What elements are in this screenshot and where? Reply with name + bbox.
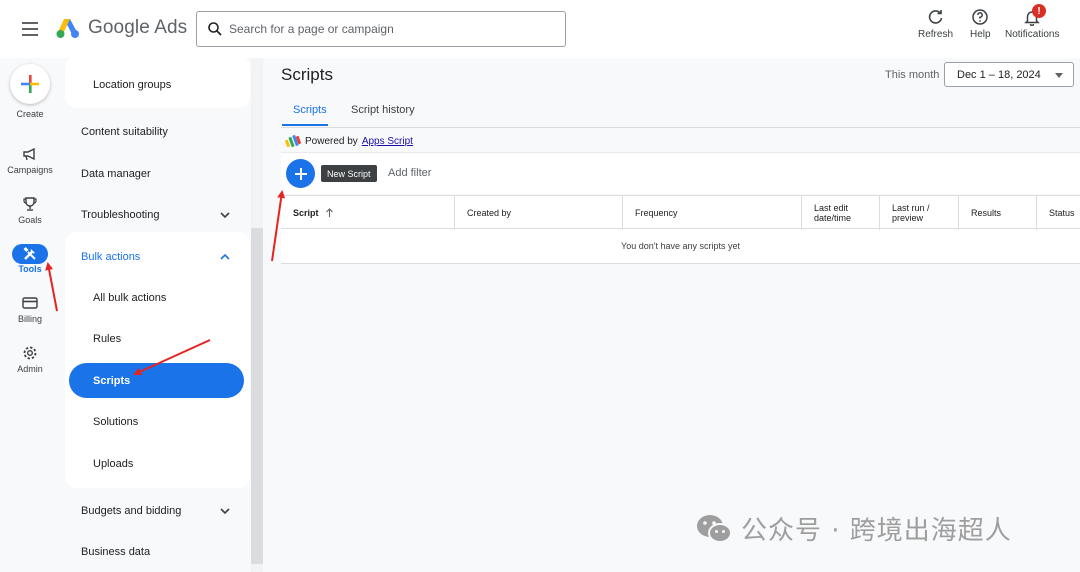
column-header-last-edit[interactable]: Last edit date/time — [801, 196, 879, 230]
nav-item-business-data[interactable]: Business data — [60, 531, 260, 572]
empty-state-message: You don't have any scripts yet — [621, 241, 740, 251]
column-header-last-run[interactable]: Last run / preview — [879, 196, 958, 230]
date-range-picker[interactable]: Dec 1 – 18, 2024 — [944, 62, 1074, 87]
search-icon — [208, 22, 222, 36]
nav-item-solutions[interactable]: Solutions — [60, 401, 260, 442]
column-header-script[interactable]: Script — [281, 196, 454, 230]
powered-by-apps-script: Powered by Apps Script — [285, 134, 413, 148]
powered-by-text: Powered by — [305, 135, 358, 147]
chevron-down-icon — [220, 507, 230, 514]
nav-item-all-bulk-actions[interactable]: All bulk actions — [60, 277, 260, 318]
nav-item-location-groups[interactable]: Location groups — [60, 64, 260, 105]
notifications-button[interactable]: Notifications ! — [1005, 4, 1060, 40]
refresh-label: Refresh — [918, 29, 954, 40]
add-filter-button[interactable]: Add filter — [388, 167, 431, 179]
notifications-label: Notifications — [1005, 29, 1060, 40]
wechat-logo-icon — [697, 514, 732, 543]
nav-item-rules[interactable]: Rules — [60, 318, 260, 359]
trophy-icon — [20, 195, 40, 213]
tab-scripts[interactable]: Scripts — [293, 104, 327, 116]
tab-script-history[interactable]: Script history — [351, 104, 415, 116]
nav-item-budgets-and-bidding[interactable]: Budgets and bidding — [60, 490, 260, 531]
table-toolbar: New Script Add filter — [281, 152, 1080, 194]
create-button[interactable] — [10, 64, 50, 104]
admin-label: Admin — [17, 364, 43, 374]
sort-arrow-up-icon — [325, 208, 333, 217]
chevron-down-icon — [220, 211, 230, 218]
gear-icon — [20, 344, 40, 362]
create-label: Create — [16, 109, 44, 119]
column-header-created-by[interactable]: Created by — [454, 196, 622, 230]
nav-item-scripts[interactable]: Scripts — [69, 363, 244, 398]
date-range-value: Dec 1 – 18, 2024 — [957, 68, 1041, 81]
refresh-button[interactable]: Refresh — [918, 8, 953, 40]
tools-nav-panel: Location groups Content suitability Data… — [60, 56, 260, 572]
notification-badge: ! — [1032, 4, 1046, 18]
date-range-label: This month — [885, 69, 940, 81]
top-app-bar: Google Ads Refresh Help Notifications ! — [0, 0, 1080, 58]
new-script-tooltip: New Script — [321, 165, 377, 182]
table-header: Script Created by Frequency Last edit da… — [281, 195, 1080, 230]
search-box[interactable] — [196, 11, 566, 47]
tools-label: Tools — [18, 264, 42, 274]
google-ads-logo[interactable]: Google Ads — [56, 17, 187, 39]
dropdown-arrow-icon — [1055, 73, 1063, 78]
wechat-watermark: 公众号 · 跨境出海超人 — [695, 510, 1012, 547]
nav-item-content-suitability[interactable]: Content suitability — [60, 111, 260, 152]
megaphone-icon — [20, 145, 40, 163]
help-icon — [972, 9, 989, 25]
apps-script-logo-icon — [285, 134, 301, 148]
active-tab-indicator — [282, 124, 328, 126]
help-label: Help — [970, 29, 991, 40]
column-header-results[interactable]: Results — [958, 196, 1036, 230]
apps-script-link[interactable]: Apps Script — [362, 136, 413, 147]
new-script-button[interactable] — [286, 159, 315, 188]
nav-item-data-manager[interactable]: Data manager — [60, 153, 260, 194]
scripts-table: Script Created by Frequency Last edit da… — [281, 195, 1080, 264]
google-ads-logo-icon — [56, 19, 79, 38]
watermark-text: 公众号 · 跨境出海超人 — [741, 516, 1012, 546]
app-name: Google Ads — [88, 17, 188, 38]
navigation-rail: Create Campaigns Goals Tools Billing Adm… — [0, 58, 60, 572]
chevron-up-icon — [220, 253, 230, 260]
main-content: Scripts This month Dec 1 – 18, 2024 Scri… — [263, 58, 1080, 572]
credit-card-icon — [20, 294, 40, 312]
help-button[interactable]: Help — [970, 8, 991, 40]
main-menu-button[interactable] — [18, 18, 42, 40]
tab-divider — [281, 127, 1080, 128]
plus-icon — [294, 167, 307, 180]
nav-item-bulk-actions[interactable]: Bulk actions — [60, 236, 260, 277]
nav-item-uploads[interactable]: Uploads — [60, 443, 260, 484]
search-input[interactable] — [229, 22, 549, 36]
page-title: Scripts — [281, 65, 333, 84]
campaigns-label: Campaigns — [7, 165, 53, 175]
plus-multicolor-icon — [21, 75, 39, 93]
column-header-status[interactable]: Status — [1036, 196, 1080, 230]
refresh-icon — [928, 10, 942, 24]
tools-icon — [12, 244, 48, 264]
nav-item-troubleshooting[interactable]: Troubleshooting — [60, 194, 260, 235]
column-header-frequency[interactable]: Frequency — [622, 196, 801, 230]
empty-state-row: You don't have any scripts yet — [281, 229, 1080, 264]
goals-label: Goals — [18, 215, 42, 225]
billing-label: Billing — [17, 314, 42, 324]
